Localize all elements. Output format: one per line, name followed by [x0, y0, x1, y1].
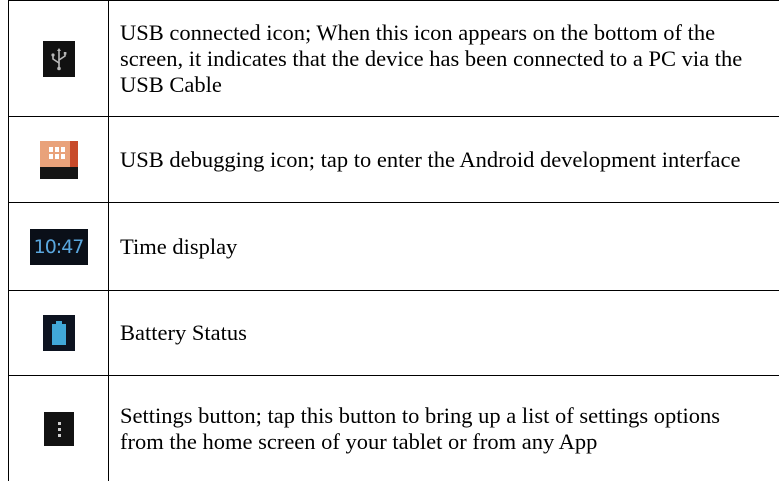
description-cell: Settings button; tap this button to brin… — [108, 375, 779, 481]
icon-cell — [8, 116, 109, 203]
table-row: Battery Status — [8, 290, 779, 376]
description-cell: USB debugging icon; tap to enter the And… — [108, 116, 779, 203]
usb-connected-icon — [42, 40, 75, 77]
icon-cell: 10:47 — [8, 202, 109, 291]
icon-cell — [8, 290, 109, 376]
settings-menu-icon — [43, 411, 74, 446]
description-cell: Time display — [108, 202, 779, 291]
table-row: 10:47 Time display — [8, 202, 779, 291]
description-cell: Battery Status — [108, 290, 779, 376]
battery-icon — [42, 315, 75, 351]
icon-cell — [8, 375, 109, 481]
table-row: Settings button; tap this button to brin… — [8, 375, 779, 481]
icon-cell — [8, 0, 109, 117]
table-row: USB connected icon; When this icon appea… — [8, 0, 779, 117]
table-row: USB debugging icon; tap to enter the And… — [8, 116, 779, 203]
description-cell: USB connected icon; When this icon appea… — [108, 0, 779, 117]
usb-debugging-icon — [39, 140, 78, 179]
icon-legend-table: USB connected icon; When this icon appea… — [8, 0, 779, 481]
time-display-icon: 10:47 — [29, 228, 88, 265]
